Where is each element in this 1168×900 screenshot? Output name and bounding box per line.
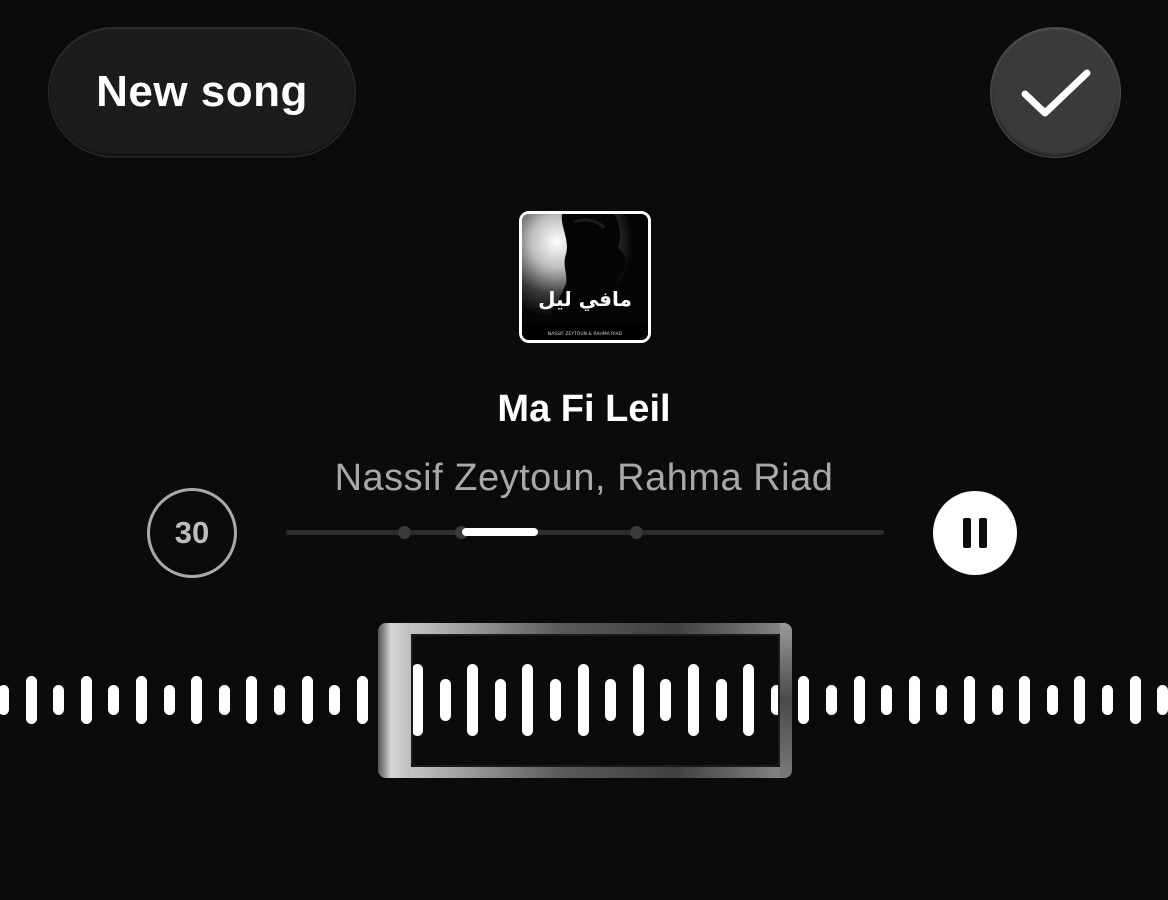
done-button[interactable]: [990, 27, 1121, 158]
clip-duration-button[interactable]: 30: [147, 488, 237, 578]
waveform-bar: [991, 685, 1003, 715]
waveform-bar: [163, 685, 175, 715]
artwork-title-text: مافي ليل: [538, 287, 632, 312]
clip-selection-frame-right: [780, 623, 792, 778]
artwork-caption-text: NASSIF ZEYTOUN & RAHMA RIAD: [548, 331, 623, 337]
song-timeline[interactable]: [286, 526, 884, 539]
waveform-bar: [191, 676, 203, 724]
clip-selection-frame-top: [405, 623, 792, 634]
album-artwork-image: مافي ليل NASSIF ZEYTOUN & RAHMA RIAD: [522, 214, 648, 340]
waveform-bar: [1157, 685, 1168, 715]
timeline-selected-range[interactable]: [462, 528, 538, 536]
new-song-label: New song: [96, 67, 308, 116]
clip-selection-frame-bottom: [405, 767, 792, 778]
timeline-marker: [398, 526, 411, 539]
waveform-bar: [218, 685, 230, 715]
waveform-bar: [936, 685, 948, 715]
clip-selection-window[interactable]: [411, 634, 780, 767]
clip-selection-handle[interactable]: [378, 623, 411, 778]
waveform-bar: [881, 685, 893, 715]
waveform-bar: [329, 685, 341, 715]
waveform-bar: [136, 676, 147, 724]
waveform-bar: [246, 676, 258, 724]
waveform-bar: [798, 676, 810, 724]
waveform-bar: [964, 676, 975, 724]
waveform-bar: [274, 685, 285, 715]
waveform-bar: [1102, 685, 1113, 715]
waveform-bar: [108, 685, 120, 715]
song-title: Ma Fi Leil: [497, 388, 671, 430]
waveform-bar: [0, 685, 9, 715]
waveform-bar: [1019, 676, 1031, 724]
waveform-bar: [25, 676, 37, 724]
checkmark-icon: [1021, 69, 1090, 116]
waveform-bar: [1074, 676, 1086, 724]
waveform-bar: [1046, 685, 1058, 715]
pause-button[interactable]: [933, 491, 1017, 575]
waveform-bar: [53, 685, 65, 715]
waveform-bar: [1129, 676, 1141, 724]
waveform-bar: [80, 676, 92, 724]
waveform-bar: [356, 676, 368, 724]
album-artwork: مافي ليل NASSIF ZEYTOUN & RAHMA RIAD: [519, 211, 651, 343]
waveform-bar: [826, 685, 837, 715]
music-clip-editor: New song مافي ليل NASSIF ZEYTOUN & RAHMA…: [0, 0, 1168, 900]
clip-duration-label: 30: [174, 515, 210, 550]
waveform-bar: [301, 676, 313, 724]
new-song-button[interactable]: New song: [48, 27, 356, 157]
waveform-bar: [853, 676, 865, 724]
pause-icon: [959, 518, 991, 548]
timeline-marker: [630, 526, 643, 539]
waveform-bar: [908, 676, 920, 724]
